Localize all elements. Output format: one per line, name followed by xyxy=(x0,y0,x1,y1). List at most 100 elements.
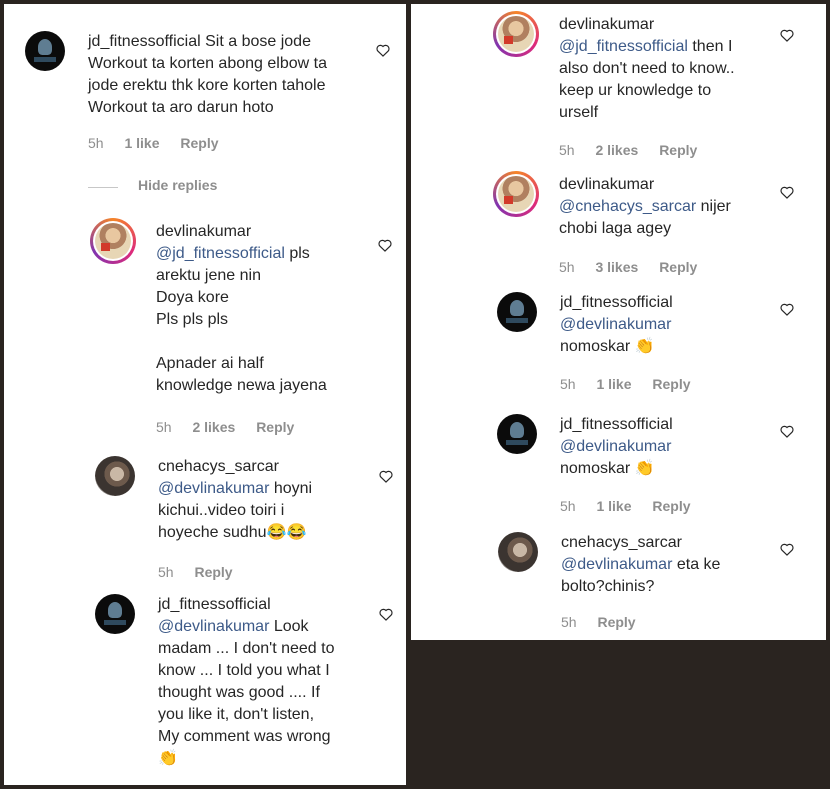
reply-button[interactable]: Reply xyxy=(194,564,232,580)
reply-button[interactable]: Reply xyxy=(597,614,635,630)
comment-text-line: urself xyxy=(559,104,599,121)
comment-username[interactable]: jd_fitnessofficial xyxy=(560,416,673,433)
heart-outline-icon[interactable] xyxy=(378,239,392,252)
comment-text-line: bolto?chinis? xyxy=(561,578,655,595)
comment-text-line: jode erektu thk kore korten tahole xyxy=(88,77,326,94)
reply-button[interactable]: Reply xyxy=(180,135,218,151)
clapping-emoji: 👏 xyxy=(634,460,655,477)
comment-username[interactable]: jd_fitnessofficial xyxy=(158,596,271,613)
left-comment-panel: jd_fitnessofficial Sit a bose jode Worko… xyxy=(4,4,406,785)
avatar[interactable] xyxy=(95,594,135,634)
comment-item: jd_fitnessofficial @devlinakumar nomoska… xyxy=(497,414,822,524)
comment-username[interactable]: cnehacys_sarcar xyxy=(561,534,682,551)
comment-mention[interactable]: @devlinakumar xyxy=(158,618,269,635)
comment-time: 5h xyxy=(561,614,577,630)
like-count[interactable]: 1 like xyxy=(124,135,159,151)
comment-text-line: then I xyxy=(687,38,733,55)
reply-button[interactable]: Reply xyxy=(659,142,697,158)
comment-item: devlinakumar @jd_fitnessofficial then I … xyxy=(493,11,821,164)
comment-mention[interactable]: @devlinakumar xyxy=(561,556,672,573)
comment-time: 5h xyxy=(156,419,172,435)
clapping-emoji: 👏 xyxy=(158,750,178,767)
avatar[interactable] xyxy=(25,31,65,71)
comment-text-line: My comment was wrong xyxy=(158,728,331,745)
reply-button[interactable]: Reply xyxy=(652,498,690,514)
comment-meta: 5h 3 likes Reply xyxy=(559,259,714,275)
heart-outline-icon[interactable] xyxy=(780,543,794,556)
hide-replies-button[interactable]: Hide replies xyxy=(138,177,217,193)
comment-username[interactable]: devlinakumar xyxy=(559,16,654,33)
comment-time: 5h xyxy=(88,135,104,151)
heart-outline-icon[interactable] xyxy=(780,29,794,42)
comment-text-line: hoyni xyxy=(269,480,313,497)
comment-username[interactable]: devlinakumar xyxy=(156,223,251,240)
comment-meta: 5h 1 like Reply xyxy=(560,498,708,514)
comment-mention[interactable]: @jd_fitnessofficial xyxy=(156,245,285,262)
comment-username[interactable]: jd_fitnessofficial xyxy=(560,294,673,311)
comment-time: 5h xyxy=(559,142,575,158)
comment-meta: 5h 1 like Reply xyxy=(560,376,708,392)
reply-button[interactable]: Reply xyxy=(652,376,690,392)
avatar[interactable] xyxy=(95,456,135,496)
comment-text-line: Pls pls pls xyxy=(156,311,229,328)
avatar[interactable] xyxy=(497,292,537,332)
comment-text-line: also don't need to know.. xyxy=(559,60,735,77)
comment-time: 5h xyxy=(560,376,576,392)
comment-text-line: hoyeche sudhu xyxy=(158,524,267,541)
heart-outline-icon[interactable] xyxy=(379,608,393,621)
comment-text-line: nomoskar xyxy=(560,338,631,355)
comment-text-line: know ... I told you what I xyxy=(158,662,330,679)
right-comment-panel: devlinakumar @jd_fitnessofficial then I … xyxy=(411,4,826,640)
heart-outline-icon[interactable] xyxy=(376,44,390,57)
comment-time: 5h xyxy=(560,498,576,514)
clapping-emoji: 👏 xyxy=(634,338,655,355)
avatar[interactable] xyxy=(90,218,136,264)
avatar[interactable] xyxy=(493,171,539,217)
heart-outline-icon[interactable] xyxy=(780,186,794,199)
avatar[interactable] xyxy=(498,532,538,572)
comment-item: jd_fitnessofficial Sit a bose jode Worko… xyxy=(25,31,405,161)
comment-item: cnehacys_sarcar @devlinakumar hoyni kich… xyxy=(95,456,405,586)
comment-item: devlinakumar @jd_fitnessofficial pls are… xyxy=(90,218,403,441)
avatar[interactable] xyxy=(497,414,537,454)
comment-text-line: pls xyxy=(284,245,310,262)
comment-mention[interactable]: @devlinakumar xyxy=(560,438,671,455)
comment-mention[interactable]: @jd_fitnessofficial xyxy=(559,38,688,55)
comment-text-line: Doya kore xyxy=(156,289,229,306)
comment-text-line: eta ke xyxy=(672,556,721,573)
comment-mention[interactable]: @cnehacys_sarcar xyxy=(559,198,696,215)
comment-item: devlinakumar @cnehacys_sarcar nijer chob… xyxy=(493,171,821,284)
comment-text-line: madam ... I don't need to xyxy=(158,640,335,657)
like-count[interactable]: 2 likes xyxy=(192,419,235,435)
comment-username[interactable]: devlinakumar xyxy=(559,176,654,193)
comment-time: 5h xyxy=(158,564,174,580)
comment-meta: 5h 1 like Reply xyxy=(88,135,236,151)
reply-button[interactable]: Reply xyxy=(659,259,697,275)
comment-text-line: Sit a bose jode xyxy=(205,33,311,50)
comment-mention[interactable]: @devlinakumar xyxy=(560,316,671,333)
comment-item: cnehacys_sarcar @devlinakumar eta ke bol… xyxy=(498,532,823,637)
comment-text-line: keep ur knowledge to xyxy=(559,82,712,99)
hide-replies-divider xyxy=(88,187,118,188)
comment-text-line: Workout ta korten abong elbow ta xyxy=(88,55,327,72)
comment-text-line: knowledge newa jayena xyxy=(156,377,327,394)
comment-meta: 5h Reply xyxy=(561,614,653,630)
comment-username[interactable]: jd_fitnessofficial xyxy=(88,33,201,50)
comment-text-line: thought was good .... If xyxy=(158,684,320,701)
comment-text-line: Apnader ai half xyxy=(156,355,264,372)
comment-text-line: Look xyxy=(269,618,309,635)
heart-outline-icon[interactable] xyxy=(379,470,393,483)
like-count[interactable]: 1 like xyxy=(596,498,631,514)
comment-username[interactable]: cnehacys_sarcar xyxy=(158,458,279,475)
heart-outline-icon[interactable] xyxy=(780,425,794,438)
reply-button[interactable]: Reply xyxy=(256,419,294,435)
like-count[interactable]: 2 likes xyxy=(595,142,638,158)
avatar[interactable] xyxy=(493,11,539,57)
like-count[interactable]: 1 like xyxy=(596,376,631,392)
comment-meta: 5h 2 likes Reply xyxy=(559,142,714,158)
comment-text-line: Workout ta aro darun hoto xyxy=(88,99,274,116)
heart-outline-icon[interactable] xyxy=(780,303,794,316)
comment-text-line: arektu jene nin xyxy=(156,267,261,284)
like-count[interactable]: 3 likes xyxy=(595,259,638,275)
comment-mention[interactable]: @devlinakumar xyxy=(158,480,269,497)
